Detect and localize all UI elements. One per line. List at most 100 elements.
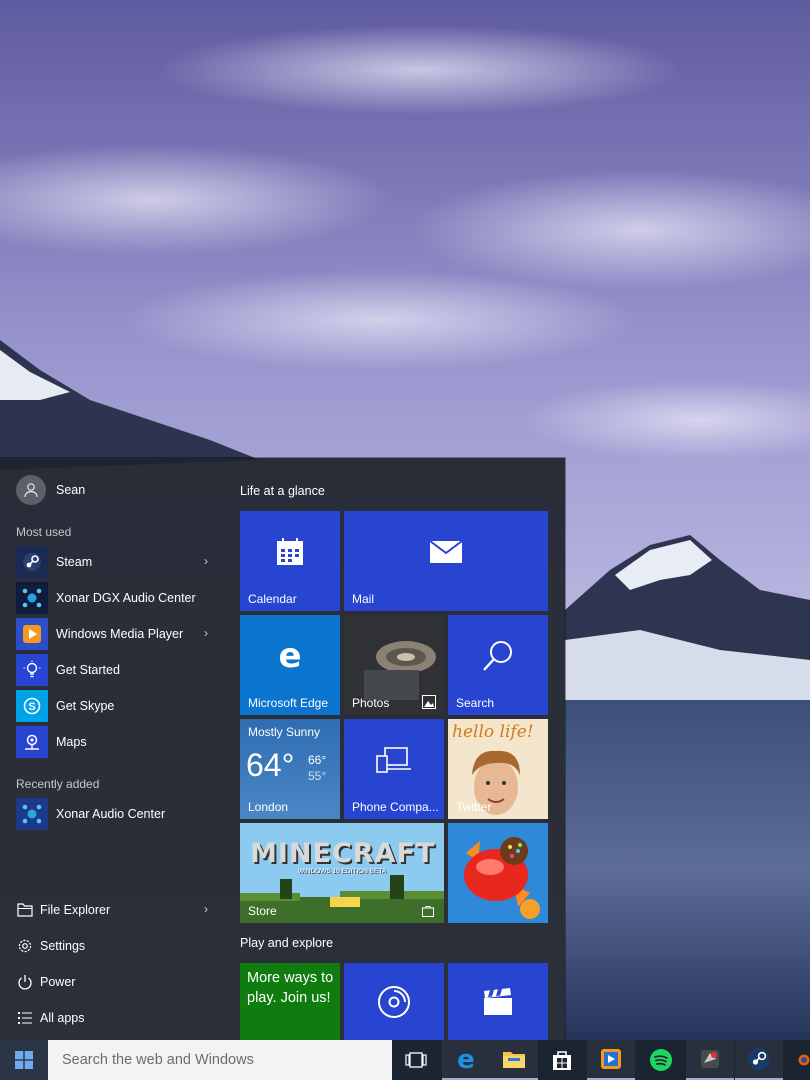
- app-item-xonar-audio-center[interactable]: Xonar Audio Center: [16, 798, 216, 830]
- app-item-get-started[interactable]: Get Started: [16, 654, 216, 686]
- tile-label: Twitter: [456, 800, 492, 814]
- tile-mail[interactable]: Mail: [344, 511, 548, 611]
- task-view-button[interactable]: [392, 1040, 440, 1080]
- app-label: Get Skype: [56, 699, 115, 713]
- photos-badge-icon: [422, 695, 436, 709]
- edge-icon: e: [457, 1047, 475, 1071]
- app-label: Get Started: [56, 663, 120, 677]
- weather-low: 55°: [308, 769, 327, 783]
- tile-label: Photos: [352, 696, 390, 710]
- store-icon: [553, 1051, 571, 1070]
- group-heading-play: Play and explore: [240, 936, 334, 950]
- tile-label: Calendar: [248, 592, 297, 606]
- taskbar-store-button[interactable]: [538, 1040, 586, 1080]
- user-account-button[interactable]: Sean: [16, 475, 85, 505]
- tile-movies-tv[interactable]: [448, 963, 548, 1040]
- tile-search[interactable]: Search: [448, 615, 548, 715]
- start-button[interactable]: [0, 1040, 48, 1080]
- file-explorer-button[interactable]: File Explorer ›: [16, 898, 216, 922]
- power-button[interactable]: Power: [16, 970, 216, 994]
- app-icon: [701, 1050, 719, 1068]
- tile-groove-music[interactable]: [344, 963, 444, 1040]
- weather-temp: 64°: [246, 747, 295, 783]
- steam-icon: [16, 546, 48, 578]
- app-label: Steam: [56, 555, 93, 569]
- tile-label: Store: [248, 904, 277, 918]
- all-apps-label: All apps: [40, 1011, 85, 1025]
- chevron-right-icon[interactable]: ›: [204, 626, 208, 640]
- firefox-icon: [798, 1054, 810, 1066]
- file-explorer-icon: [503, 1052, 525, 1068]
- svg-text:e: e: [278, 640, 301, 672]
- tile-label: Mail: [352, 592, 375, 606]
- taskbar-spotify-button[interactable]: [637, 1040, 685, 1080]
- start-menu: Sean Most used Steam › Xonar DGX Audio C…: [0, 458, 565, 1040]
- tile-label: Microsoft Edge: [248, 696, 329, 710]
- tile-photos[interactable]: Photos: [344, 615, 444, 715]
- media-player-icon: [601, 1049, 621, 1069]
- tile-candy-crush[interactable]: [448, 823, 548, 923]
- minecraft-title: MINECRAFT: [250, 838, 436, 869]
- svg-text:e: e: [457, 1047, 475, 1071]
- user-avatar-icon: [16, 475, 46, 505]
- app-item-get-skype[interactable]: S Get Skype: [16, 690, 216, 722]
- steam-icon: [748, 1048, 770, 1070]
- taskbar: e: [0, 1040, 810, 1080]
- app-label: Maps: [56, 735, 87, 749]
- app-label: Xonar DGX Audio Center: [56, 591, 196, 605]
- xbox-promo-text: More ways to play. Join us!: [247, 970, 334, 1006]
- tile-twitter[interactable]: hello life! Twitter: [448, 719, 548, 819]
- app-item-maps[interactable]: Maps: [16, 726, 216, 758]
- taskbar-steam-button[interactable]: [735, 1040, 783, 1080]
- taskbar-edge-button[interactable]: e: [442, 1040, 490, 1080]
- power-label: Power: [40, 975, 76, 989]
- app-item-xonar-dgx[interactable]: Xonar DGX Audio Center: [16, 582, 216, 614]
- settings-button[interactable]: Settings: [16, 934, 216, 958]
- envelope-icon: [344, 511, 548, 593]
- taskbar-file-explorer-button[interactable]: [490, 1040, 538, 1080]
- clapperboard-icon: [448, 963, 548, 1040]
- recently-added-heading: Recently added: [16, 777, 100, 791]
- xonar-icon: [16, 798, 48, 830]
- search-icon: [448, 615, 548, 697]
- all-apps-button[interactable]: All apps: [16, 1006, 216, 1030]
- app-item-steam[interactable]: Steam ›: [16, 546, 216, 578]
- gear-icon: [16, 937, 34, 955]
- user-name: Sean: [56, 483, 86, 497]
- calendar-icon: [240, 511, 340, 593]
- tile-minecraft-store[interactable]: MINECRAFT WINDOWS 10 EDITION BETA Store: [240, 823, 444, 923]
- tile-label: Phone Compa...: [352, 800, 439, 814]
- start-menu-left-column: Sean Most used Steam › Xonar DGX Audio C…: [0, 458, 224, 1040]
- chevron-right-icon[interactable]: ›: [204, 902, 208, 916]
- chevron-right-icon[interactable]: ›: [204, 554, 208, 568]
- folder-icon: [16, 901, 34, 919]
- windows-icon: [15, 1051, 33, 1069]
- taskbar-search-box[interactable]: [48, 1040, 392, 1080]
- file-explorer-label: File Explorer: [40, 903, 111, 917]
- most-used-heading: Most used: [16, 525, 72, 539]
- tile-phone-companion[interactable]: Phone Compa...: [344, 719, 444, 819]
- store-badge-icon: [422, 906, 434, 917]
- minecraft-subtitle: WINDOWS 10 EDITION BETA: [297, 868, 387, 875]
- twitter-art-text: hello life!: [452, 722, 534, 742]
- taskbar-media-player-button[interactable]: [587, 1040, 635, 1080]
- taskbar-app-button[interactable]: [686, 1040, 734, 1080]
- groove-music-icon: [344, 963, 444, 1040]
- spotify-icon: [650, 1049, 672, 1071]
- lightbulb-icon: [16, 654, 48, 686]
- weather-high: 66°: [308, 753, 327, 767]
- edge-icon: e: [240, 615, 340, 697]
- tile-xbox-promo[interactable]: More ways to play. Join us!: [240, 963, 340, 1040]
- weather-city: London: [248, 800, 289, 814]
- taskbar-firefox-button[interactable]: [784, 1040, 810, 1080]
- candy-crush-art: [448, 823, 548, 923]
- tile-weather[interactable]: Mostly Sunny 64° 66° 55° London: [240, 719, 340, 819]
- phone-laptop-icon: [344, 719, 444, 801]
- xonar-icon: [16, 582, 48, 614]
- tile-microsoft-edge[interactable]: e Microsoft Edge: [240, 615, 340, 715]
- settings-label: Settings: [40, 939, 86, 953]
- search-input[interactable]: [60, 1051, 384, 1069]
- tile-calendar[interactable]: Calendar: [240, 511, 340, 611]
- group-heading-life: Life at a glance: [240, 484, 325, 498]
- app-item-windows-media-player[interactable]: Windows Media Player ›: [16, 618, 216, 650]
